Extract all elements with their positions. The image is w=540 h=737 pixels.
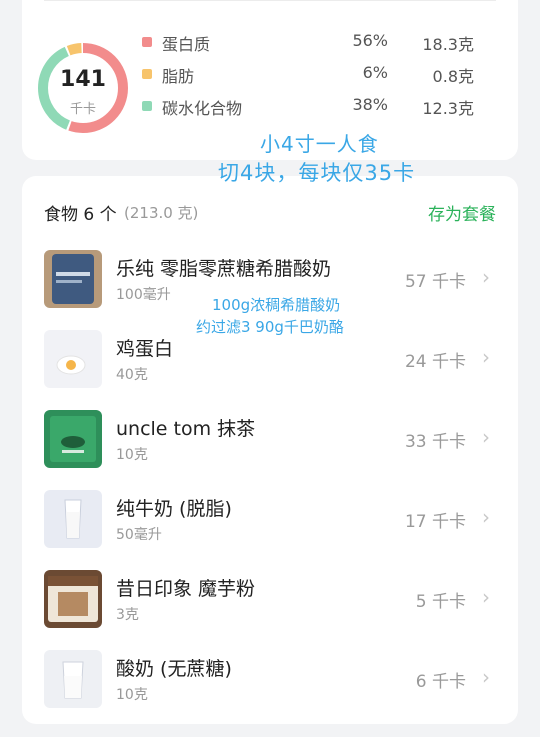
divider (44, 0, 496, 1)
calorie-donut-chart: 141 千卡 (35, 40, 131, 136)
protein-color-dot (142, 37, 152, 47)
chevron-right-icon: › (482, 505, 490, 529)
handwritten-note: 小4寸一人食 (260, 132, 379, 156)
food-kcal: 33 千卡 (404, 432, 466, 452)
food-amount: 50毫升 (116, 527, 162, 543)
macro-amount: 12.3克 (422, 99, 474, 118)
food-name: 昔日印象 魔芋粉 (116, 578, 256, 600)
macro-row-fat: 脂肪 6% 0.8克 (142, 62, 474, 86)
handwritten-note: 100g浓稠希腊酸奶 (212, 296, 341, 314)
macro-row-protein: 蛋白质 56% 18.3克 (142, 30, 474, 54)
macro-percent: 56% (352, 31, 388, 50)
chevron-right-icon: › (482, 345, 490, 369)
food-name: 鸡蛋白 (116, 338, 174, 360)
food-amount: 3克 (116, 607, 139, 623)
food-kcal: 6 千卡 (415, 672, 466, 692)
handwritten-note: 切4块，每块仅35卡 (218, 161, 416, 185)
food-item-konjac-powder[interactable]: 昔日印象 魔芋粉 3克 5 千卡 › (44, 570, 496, 650)
food-amount: 100毫升 (116, 287, 171, 303)
macro-amount: 0.8克 (432, 67, 474, 86)
save-as-meal-button[interactable]: 存为套餐 (428, 200, 496, 225)
food-thumbnail (44, 330, 102, 388)
carbs-color-dot (142, 101, 152, 111)
total-kcal: 141 (60, 67, 106, 92)
food-list-header: 食物 6 个 (213.0 克) 存为套餐 (44, 198, 496, 228)
food-thumbnail (44, 250, 102, 308)
total-weight: (213.0 克) (124, 204, 199, 222)
food-item-skim-milk[interactable]: 纯牛奶 (脱脂) 50毫升 17 千卡 › (44, 490, 496, 570)
food-item-matcha[interactable]: uncle tom 抹茶 10克 33 千卡 › (44, 410, 496, 490)
fat-color-dot (142, 69, 152, 79)
food-thumbnail (44, 490, 102, 548)
chevron-right-icon: › (482, 665, 490, 689)
macro-name: 脂肪 (162, 67, 195, 86)
macro-row-carbs: 碳水化合物 38% 12.3克 (142, 94, 474, 118)
chevron-right-icon: › (482, 585, 490, 609)
food-list-card: 食物 6 个 (213.0 克) 存为套餐 乐纯 零脂零蔗糖希腊酸奶 100毫升… (22, 176, 518, 724)
macro-name: 碳水化合物 (162, 99, 243, 118)
food-name: 乐纯 零脂零蔗糖希腊酸奶 (116, 258, 332, 280)
food-item-egg-white[interactable]: 鸡蛋白 40克 24 千卡 › (44, 330, 496, 410)
food-kcal: 57 千卡 (404, 272, 466, 292)
macro-percent: 6% (362, 63, 388, 82)
food-amount: 10克 (116, 687, 148, 703)
food-thumbnail (44, 650, 102, 708)
food-kcal: 24 千卡 (404, 352, 466, 372)
chevron-right-icon: › (482, 425, 490, 449)
handwritten-note: 约过滤3 90g千巴奶酪 (196, 318, 344, 336)
food-name: 纯牛奶 (脱脂) (116, 498, 232, 520)
food-item-yogurt-no-sugar[interactable]: 酸奶 (无蔗糖) 10克 6 千卡 › (44, 650, 496, 730)
macro-amount: 18.3克 (422, 35, 474, 54)
chevron-right-icon: › (482, 265, 490, 289)
macro-name: 蛋白质 (162, 35, 211, 54)
food-kcal: 17 千卡 (404, 512, 466, 532)
food-kcal: 5 千卡 (415, 592, 466, 612)
food-name: 酸奶 (无蔗糖) (116, 658, 232, 680)
food-thumbnail (44, 570, 102, 628)
food-amount: 10克 (116, 447, 148, 463)
food-name: uncle tom 抹茶 (116, 418, 256, 440)
food-amount: 40克 (116, 367, 148, 383)
macro-percent: 38% (352, 95, 388, 114)
food-thumbnail (44, 410, 102, 468)
food-count-title: 食物 6 个 (44, 205, 117, 225)
kcal-unit: 千卡 (69, 102, 96, 117)
